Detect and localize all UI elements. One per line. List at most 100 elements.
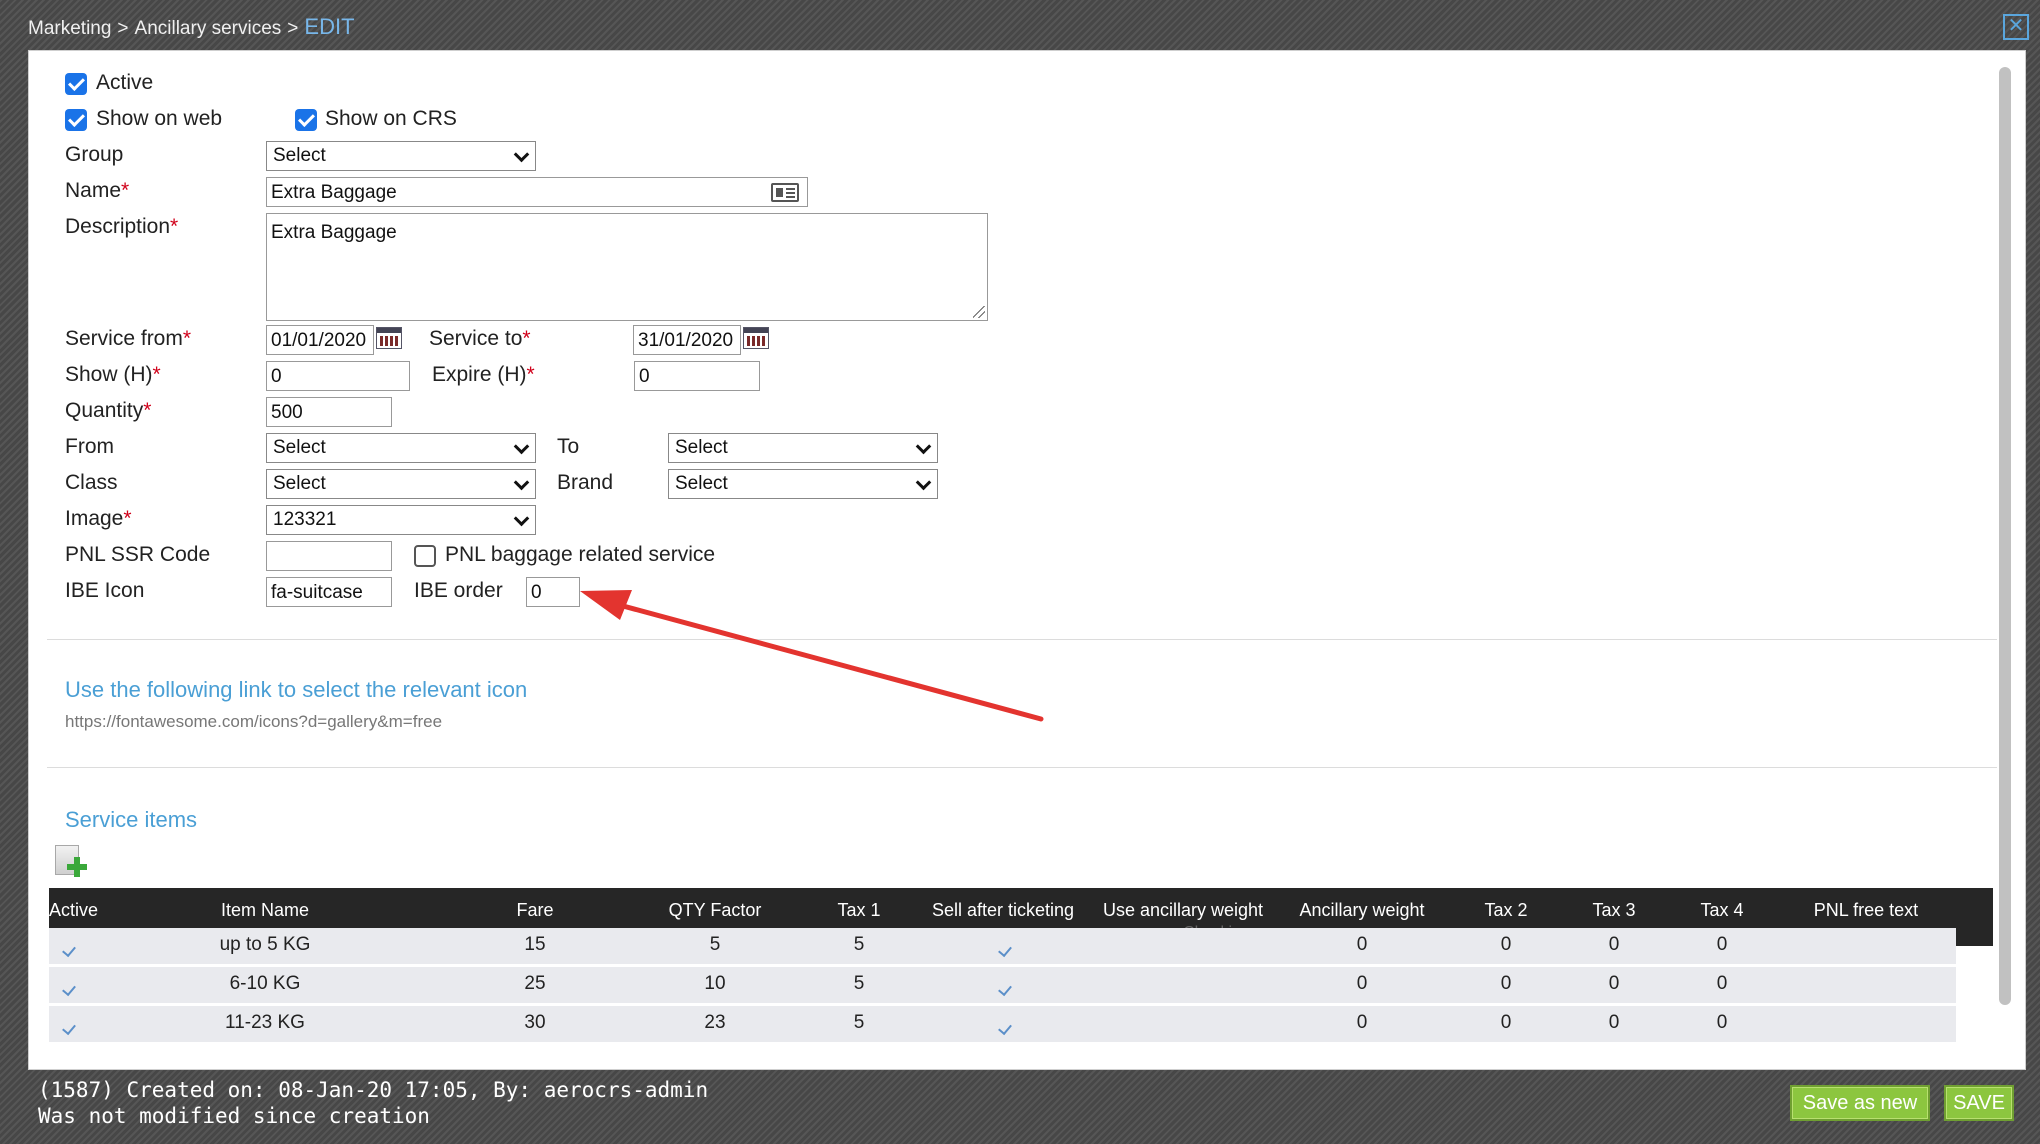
cell-fare: 25 bbox=[524, 973, 546, 994]
show-on-crs-checkbox[interactable] bbox=[295, 109, 317, 131]
table-row[interactable]: 11-23 KG 30 23 5 0 0 0 0 bbox=[49, 1006, 1956, 1042]
check-icon bbox=[62, 981, 76, 997]
class-select-value: Select bbox=[273, 473, 326, 494]
brand-select-value: Select bbox=[675, 473, 728, 494]
id-card-icon[interactable] bbox=[771, 183, 799, 202]
service-from-label: Service from* bbox=[65, 327, 192, 350]
check-icon bbox=[998, 981, 1012, 997]
cell-item-name: 6-10 KG bbox=[229, 973, 301, 994]
ibe-order-value: 0 bbox=[531, 582, 542, 603]
quantity-value: 500 bbox=[271, 402, 303, 423]
description-textarea[interactable]: Extra Baggage bbox=[266, 213, 988, 321]
cell-fare: 15 bbox=[524, 934, 546, 955]
scrollbar-thumb[interactable] bbox=[1999, 67, 2011, 1005]
from-select-value: Select bbox=[273, 437, 326, 458]
cell-tax-4: 0 bbox=[1716, 973, 1728, 994]
pnl-ssr-code-label: PNL SSR Code bbox=[65, 543, 211, 566]
to-select-value: Select bbox=[675, 437, 728, 458]
column-header-tax-3[interactable]: Tax 3 bbox=[1592, 900, 1635, 921]
column-header-fare[interactable]: Fare bbox=[516, 900, 553, 921]
image-label: Image* bbox=[65, 507, 132, 530]
resize-handle-icon[interactable] bbox=[973, 306, 985, 318]
expire-h-input[interactable]: 0 bbox=[634, 361, 760, 391]
from-select[interactable]: Select bbox=[266, 433, 536, 463]
cell-ancillary-weight: 0 bbox=[1356, 973, 1368, 994]
show-on-web-label: Show on web bbox=[96, 107, 223, 130]
expire-h-label: Expire (H)* bbox=[432, 363, 535, 386]
table-row[interactable]: up to 5 KG 15 5 5 0 0 0 0 bbox=[49, 928, 1956, 964]
to-select[interactable]: Select bbox=[668, 433, 938, 463]
modified-info: Was not modified since creation bbox=[38, 1104, 430, 1128]
column-header-active[interactable]: Active bbox=[49, 900, 98, 921]
to-label: To bbox=[557, 435, 580, 458]
group-label: Group bbox=[65, 143, 124, 166]
plus-icon bbox=[67, 857, 87, 877]
breadcrumb-separator: > bbox=[287, 18, 299, 39]
column-header-qty-factor[interactable]: QTY Factor bbox=[669, 900, 762, 921]
cell-tax-3: 0 bbox=[1608, 973, 1620, 994]
image-select[interactable]: 123321 bbox=[266, 505, 536, 535]
calendar-icon[interactable] bbox=[376, 327, 402, 349]
brand-select[interactable]: Select bbox=[668, 469, 938, 499]
group-select[interactable]: Select bbox=[266, 141, 536, 171]
active-checkbox[interactable] bbox=[65, 73, 87, 95]
column-header-pnl-free-text[interactable]: PNL free text bbox=[1814, 900, 1918, 921]
calendar-icon[interactable] bbox=[743, 327, 769, 349]
ibe-icon-input[interactable]: fa-suitcase bbox=[266, 577, 392, 607]
table-row[interactable]: 6-10 KG 25 10 5 0 0 0 0 bbox=[49, 967, 1956, 1003]
edit-panel: Active Show on web Show on CRS Group Sel… bbox=[28, 50, 2026, 1070]
column-header-tax-4[interactable]: Tax 4 bbox=[1700, 900, 1743, 921]
icon-link-url[interactable]: https://fontawesome.com/icons?d=gallery&… bbox=[65, 712, 442, 732]
name-input-value: Extra Baggage bbox=[271, 182, 397, 203]
cell-tax-3: 0 bbox=[1608, 934, 1620, 955]
active-label: Active bbox=[96, 71, 154, 94]
name-label: Name* bbox=[65, 179, 130, 202]
cell-tax-1: 5 bbox=[853, 934, 865, 955]
check-icon bbox=[62, 942, 76, 958]
column-header-item-name[interactable]: Item Name bbox=[221, 900, 309, 921]
breadcrumb-current: EDIT bbox=[304, 14, 355, 39]
cell-qty-factor: 5 bbox=[709, 934, 721, 955]
chevron-down-icon bbox=[513, 438, 530, 455]
divider bbox=[47, 767, 1997, 768]
cell-ancillary-weight: 0 bbox=[1356, 1012, 1368, 1033]
cell-tax-2: 0 bbox=[1500, 973, 1512, 994]
column-header-sell-after-ticketing[interactable]: Sell after ticketing bbox=[932, 900, 1074, 921]
icon-link-title[interactable]: Use the following link to select the rel… bbox=[65, 677, 527, 703]
show-h-value: 0 bbox=[271, 366, 282, 387]
show-h-input[interactable]: 0 bbox=[266, 361, 410, 391]
column-header-tax-1[interactable]: Tax 1 bbox=[837, 900, 880, 921]
breadcrumb-ancillary-services[interactable]: Ancillary services bbox=[135, 18, 282, 39]
class-select[interactable]: Select bbox=[266, 469, 536, 499]
save-button[interactable]: SAVE bbox=[1944, 1085, 2014, 1121]
pnl-baggage-checkbox[interactable] bbox=[414, 545, 436, 567]
ibe-order-input[interactable]: 0 bbox=[526, 577, 580, 607]
class-label: Class bbox=[65, 471, 118, 494]
group-select-value: Select bbox=[273, 145, 326, 166]
show-on-crs-label: Show on CRS bbox=[325, 107, 457, 130]
cell-tax-2: 0 bbox=[1500, 934, 1512, 955]
add-item-icon[interactable] bbox=[53, 845, 87, 879]
cell-tax-4: 0 bbox=[1716, 934, 1728, 955]
created-info: (1587) Created on: 08-Jan-20 17:05, By: … bbox=[38, 1078, 709, 1102]
service-to-input[interactable]: 31/01/2020 bbox=[633, 325, 741, 355]
quantity-input[interactable]: 500 bbox=[266, 397, 392, 427]
cell-tax-4: 0 bbox=[1716, 1012, 1728, 1033]
column-header-ancillary-weight[interactable]: Ancillary weight bbox=[1299, 900, 1424, 921]
description-value: Extra Baggage bbox=[271, 222, 397, 243]
service-from-input[interactable]: 01/01/2020 bbox=[266, 325, 374, 355]
service-to-label: Service to* bbox=[429, 327, 531, 350]
expire-h-value: 0 bbox=[639, 366, 650, 387]
cell-fare: 30 bbox=[524, 1012, 546, 1033]
close-icon[interactable]: ✕ bbox=[2003, 14, 2029, 40]
column-header-use-ancillary-weight[interactable]: Use ancillary weight bbox=[1103, 900, 1263, 921]
cell-tax-2: 0 bbox=[1500, 1012, 1512, 1033]
save-as-new-button[interactable]: Save as new bbox=[1790, 1085, 1930, 1121]
pnl-ssr-code-input[interactable] bbox=[266, 541, 392, 571]
name-input[interactable]: Extra Baggage bbox=[266, 177, 808, 207]
show-on-web-checkbox[interactable] bbox=[65, 109, 87, 131]
cell-qty-factor: 10 bbox=[704, 973, 726, 994]
column-header-tax-2[interactable]: Tax 2 bbox=[1484, 900, 1527, 921]
check-icon bbox=[62, 1020, 76, 1036]
breadcrumb-marketing[interactable]: Marketing bbox=[28, 18, 111, 39]
